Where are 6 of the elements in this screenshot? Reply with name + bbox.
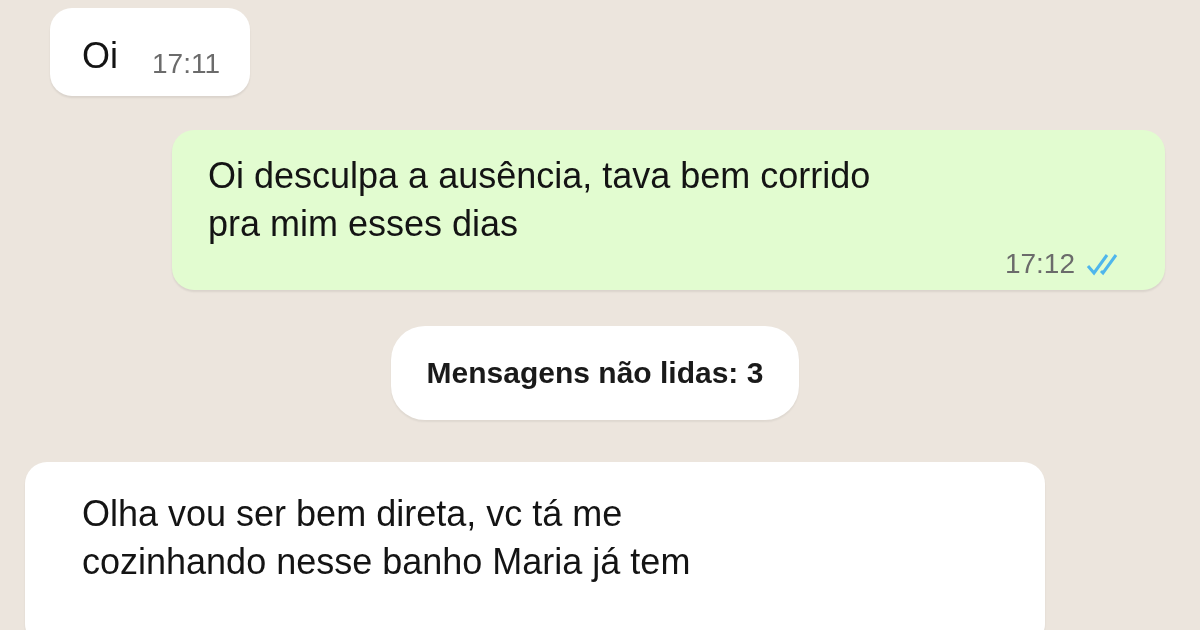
message-text: Oi desculpa a ausência, tava bem corrido pra mim esses dias (208, 154, 872, 246)
message-text: Olha vou ser bem direta, vc tá me cozinhando nesse banho Maria já tem (82, 492, 692, 584)
message-text: Oi (82, 34, 118, 78)
message-time: 17:11 (152, 48, 220, 80)
message-time: 17:12 (1004, 248, 1075, 280)
unread-messages-label: Mensagens não lidas: 3 (390, 326, 800, 420)
